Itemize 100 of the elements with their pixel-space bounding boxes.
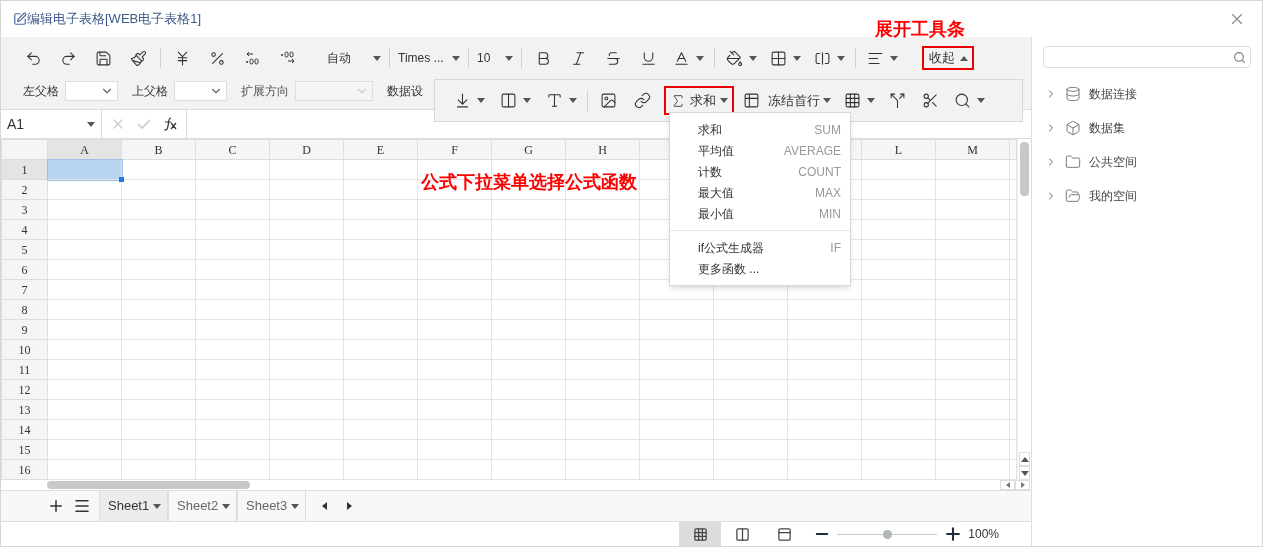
horizontal-scrollbar-thumb[interactable] — [47, 481, 250, 489]
fill-handle[interactable] — [119, 177, 124, 182]
selected-cell[interactable] — [47, 159, 122, 180]
add-sheet-icon[interactable] — [47, 497, 65, 515]
freeze-icon-icon — [742, 92, 760, 109]
tree-item[interactable]: 我的空间 — [1043, 186, 1251, 206]
row-header[interactable]: 10 — [1, 339, 48, 360]
number-format-dropdown[interactable]: 自动 — [305, 43, 385, 73]
row-header[interactable]: 3 — [1, 199, 48, 220]
row-header[interactable]: 12 — [1, 379, 48, 400]
font-size-dropdown[interactable]: 10 — [473, 43, 517, 73]
tree-item[interactable]: 公共空间 — [1043, 152, 1251, 172]
edit-icon — [13, 12, 27, 26]
row-header[interactable]: 16 — [1, 459, 48, 480]
vertical-scrollbar[interactable] — [1017, 139, 1031, 480]
row-header[interactable]: 8 — [1, 299, 48, 320]
field-label: 左父格 — [23, 83, 59, 100]
view-button[interactable] — [679, 522, 722, 546]
menu-item[interactable]: if公式生成器 IF — [670, 237, 850, 258]
undo-icon — [25, 49, 42, 67]
scroll-left-button[interactable] — [1000, 480, 1015, 490]
column-header[interactable]: B — [121, 139, 196, 160]
caret-down-icon — [291, 503, 299, 509]
page-icon — [776, 526, 792, 542]
scroll-right-button[interactable] — [1015, 480, 1030, 490]
menu-item[interactable]: 求和 SUM — [670, 119, 850, 140]
row-header[interactable]: 7 — [1, 279, 48, 300]
field-label: 扩展方向 — [241, 83, 289, 100]
search-field[interactable] — [1043, 46, 1251, 68]
caret-down-icon — [889, 55, 898, 61]
select-field[interactable] — [174, 81, 227, 101]
text-direction-icon — [545, 92, 563, 109]
scrollbar-thumb[interactable] — [1020, 142, 1029, 196]
sheet-tab[interactable]: Sheet3 — [237, 491, 306, 521]
cell-reference-field[interactable]: A1 — [1, 110, 102, 138]
column-header[interactable]: A — [47, 139, 122, 160]
caret-down-icon — [452, 55, 460, 61]
cube-icon — [1065, 120, 1081, 136]
font-family-dropdown[interactable]: Times ... — [394, 43, 464, 73]
freeze-dropdown[interactable]: 冻结首行 — [768, 85, 831, 116]
row-header[interactable]: 6 — [1, 259, 48, 280]
sheet-tab[interactable]: Sheet1 — [99, 491, 168, 521]
zoom-slider-thumb[interactable] — [883, 529, 893, 539]
caret-down-icon — [373, 55, 381, 61]
row-header[interactable]: 4 — [1, 219, 48, 240]
column-header[interactable]: E — [343, 139, 418, 160]
columns-icon — [734, 526, 750, 542]
row-header[interactable]: 11 — [1, 359, 48, 380]
column-header[interactable]: M — [935, 139, 1010, 160]
row-header[interactable]: 9 — [1, 319, 48, 340]
caret-right-icon — [1020, 482, 1025, 488]
column-header[interactable]: H — [565, 139, 640, 160]
tree-item[interactable]: 数据集 — [1043, 118, 1251, 138]
caret-down-icon — [476, 98, 485, 103]
save-icon — [95, 49, 112, 67]
caret-down-icon — [153, 503, 161, 509]
caret-up-icon — [959, 55, 968, 61]
caret-down-icon — [976, 98, 985, 103]
sigma-icon — [670, 92, 686, 109]
menu-item[interactable]: 最大值 MAX — [670, 182, 850, 203]
scroll-up-button[interactable] — [1019, 452, 1030, 466]
caret-down-icon — [866, 98, 875, 103]
caret-up-icon — [1020, 456, 1029, 462]
sheet-tab[interactable]: Sheet2 — [168, 491, 237, 521]
italic-icon — [570, 49, 587, 67]
caret-down-icon — [720, 98, 728, 103]
row-header[interactable]: 13 — [1, 399, 48, 420]
percent-icon — [209, 49, 226, 67]
row-header[interactable]: 14 — [1, 419, 48, 440]
menu-icon[interactable] — [73, 497, 91, 515]
column-header[interactable]: L — [861, 139, 936, 160]
column-header[interactable]: G — [491, 139, 566, 160]
decrease-decimal-icon — [279, 50, 296, 66]
scroll-down-button[interactable] — [1019, 466, 1030, 480]
menu-item[interactable]: 计数 COUNT — [670, 161, 850, 182]
row-header[interactable]: 1 — [1, 159, 48, 180]
column-header[interactable]: C — [195, 139, 270, 160]
tree-item[interactable]: 数据连接 — [1043, 84, 1251, 104]
collapse-button[interactable]: 收起 — [922, 46, 974, 70]
underline-icon — [640, 49, 657, 67]
pattern-icon — [843, 92, 861, 109]
data-settings-label: 数据设 — [387, 83, 423, 100]
caret-down-icon — [505, 55, 513, 61]
format-painter-icon — [130, 49, 147, 67]
row-header[interactable]: 5 — [1, 239, 48, 260]
previous-sheet-icon[interactable] — [322, 502, 327, 510]
menu-item[interactable]: 最小值 MIN — [670, 203, 850, 224]
cut-icon — [921, 92, 939, 109]
next-sheet-icon[interactable] — [347, 502, 352, 510]
row-header[interactable]: 15 — [1, 439, 48, 460]
menu-item[interactable]: 更多函数 ... — [670, 258, 850, 279]
row-header[interactable]: 2 — [1, 179, 48, 200]
column-header[interactable]: F — [417, 139, 492, 160]
redo-icon — [60, 49, 77, 67]
function-icon[interactable] — [162, 116, 178, 132]
annotation-text: 展开工具条 — [875, 18, 965, 41]
menu-item[interactable]: 平均值 AVERAGE — [670, 140, 850, 161]
zoom-reading: 100% — [968, 526, 999, 543]
select-field[interactable] — [65, 81, 118, 101]
column-header[interactable]: D — [269, 139, 344, 160]
